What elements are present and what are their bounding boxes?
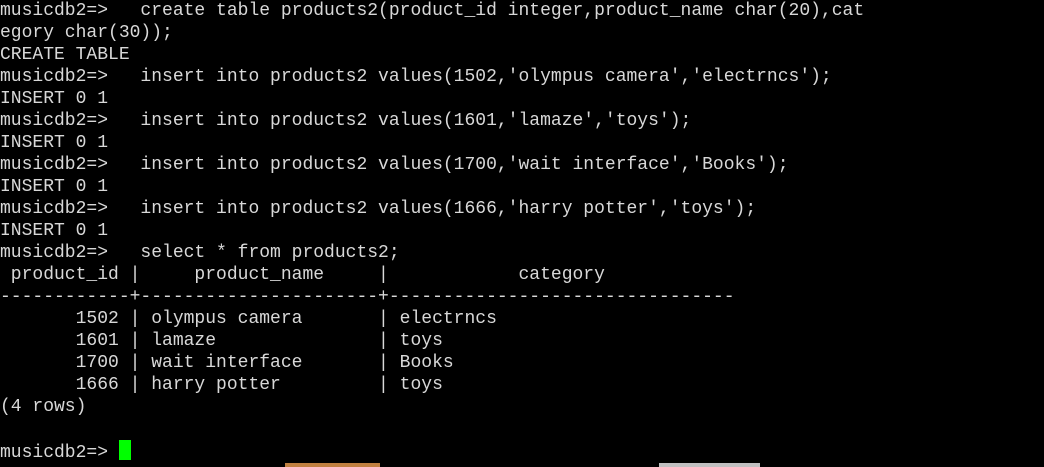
result-row: 1700 | wait interface | Books [0,353,454,373]
prompt-text: musicdb2=> [0,443,119,463]
terminal-line: INSERT 0 1 [0,177,109,197]
text-cursor [118,440,131,460]
bottom-strip [0,463,1044,467]
terminal-line: musicdb2=> insert into products2 values(… [0,67,832,87]
terminal-line: musicdb2=> create table products2(produc… [0,1,865,21]
taskbar-segment [285,463,380,467]
taskbar-segment [659,463,760,467]
terminal-line: musicdb2=> insert into products2 values(… [0,155,789,175]
terminal-line: CREATE TABLE [0,45,130,65]
terminal-line: egory char(30)); [0,23,173,43]
terminal-line: musicdb2=> select * from products2; [0,243,400,263]
terminal-window[interactable]: musicdb2=> create table products2(produc… [0,0,1044,467]
result-separator: ------------+----------------------+----… [0,287,735,307]
result-row: 1502 | olympus camera | electrncs [0,309,497,329]
result-row: 1601 | lamaze | toys [0,331,443,351]
terminal-line: INSERT 0 1 [0,133,109,153]
result-row: 1666 | harry potter | toys [0,375,443,395]
row-count: (4 rows) [0,397,87,417]
terminal-line: INSERT 0 1 [0,221,109,241]
terminal-output: musicdb2=> create table products2(produc… [0,0,865,463]
terminal-line: musicdb2=> insert into products2 values(… [0,199,757,219]
terminal-line: INSERT 0 1 [0,89,109,109]
result-header-row: product_id | product_name | category [0,265,605,285]
terminal-line: musicdb2=> insert into products2 values(… [0,111,692,131]
command-prompt-line[interactable]: musicdb2=> [0,440,864,463]
